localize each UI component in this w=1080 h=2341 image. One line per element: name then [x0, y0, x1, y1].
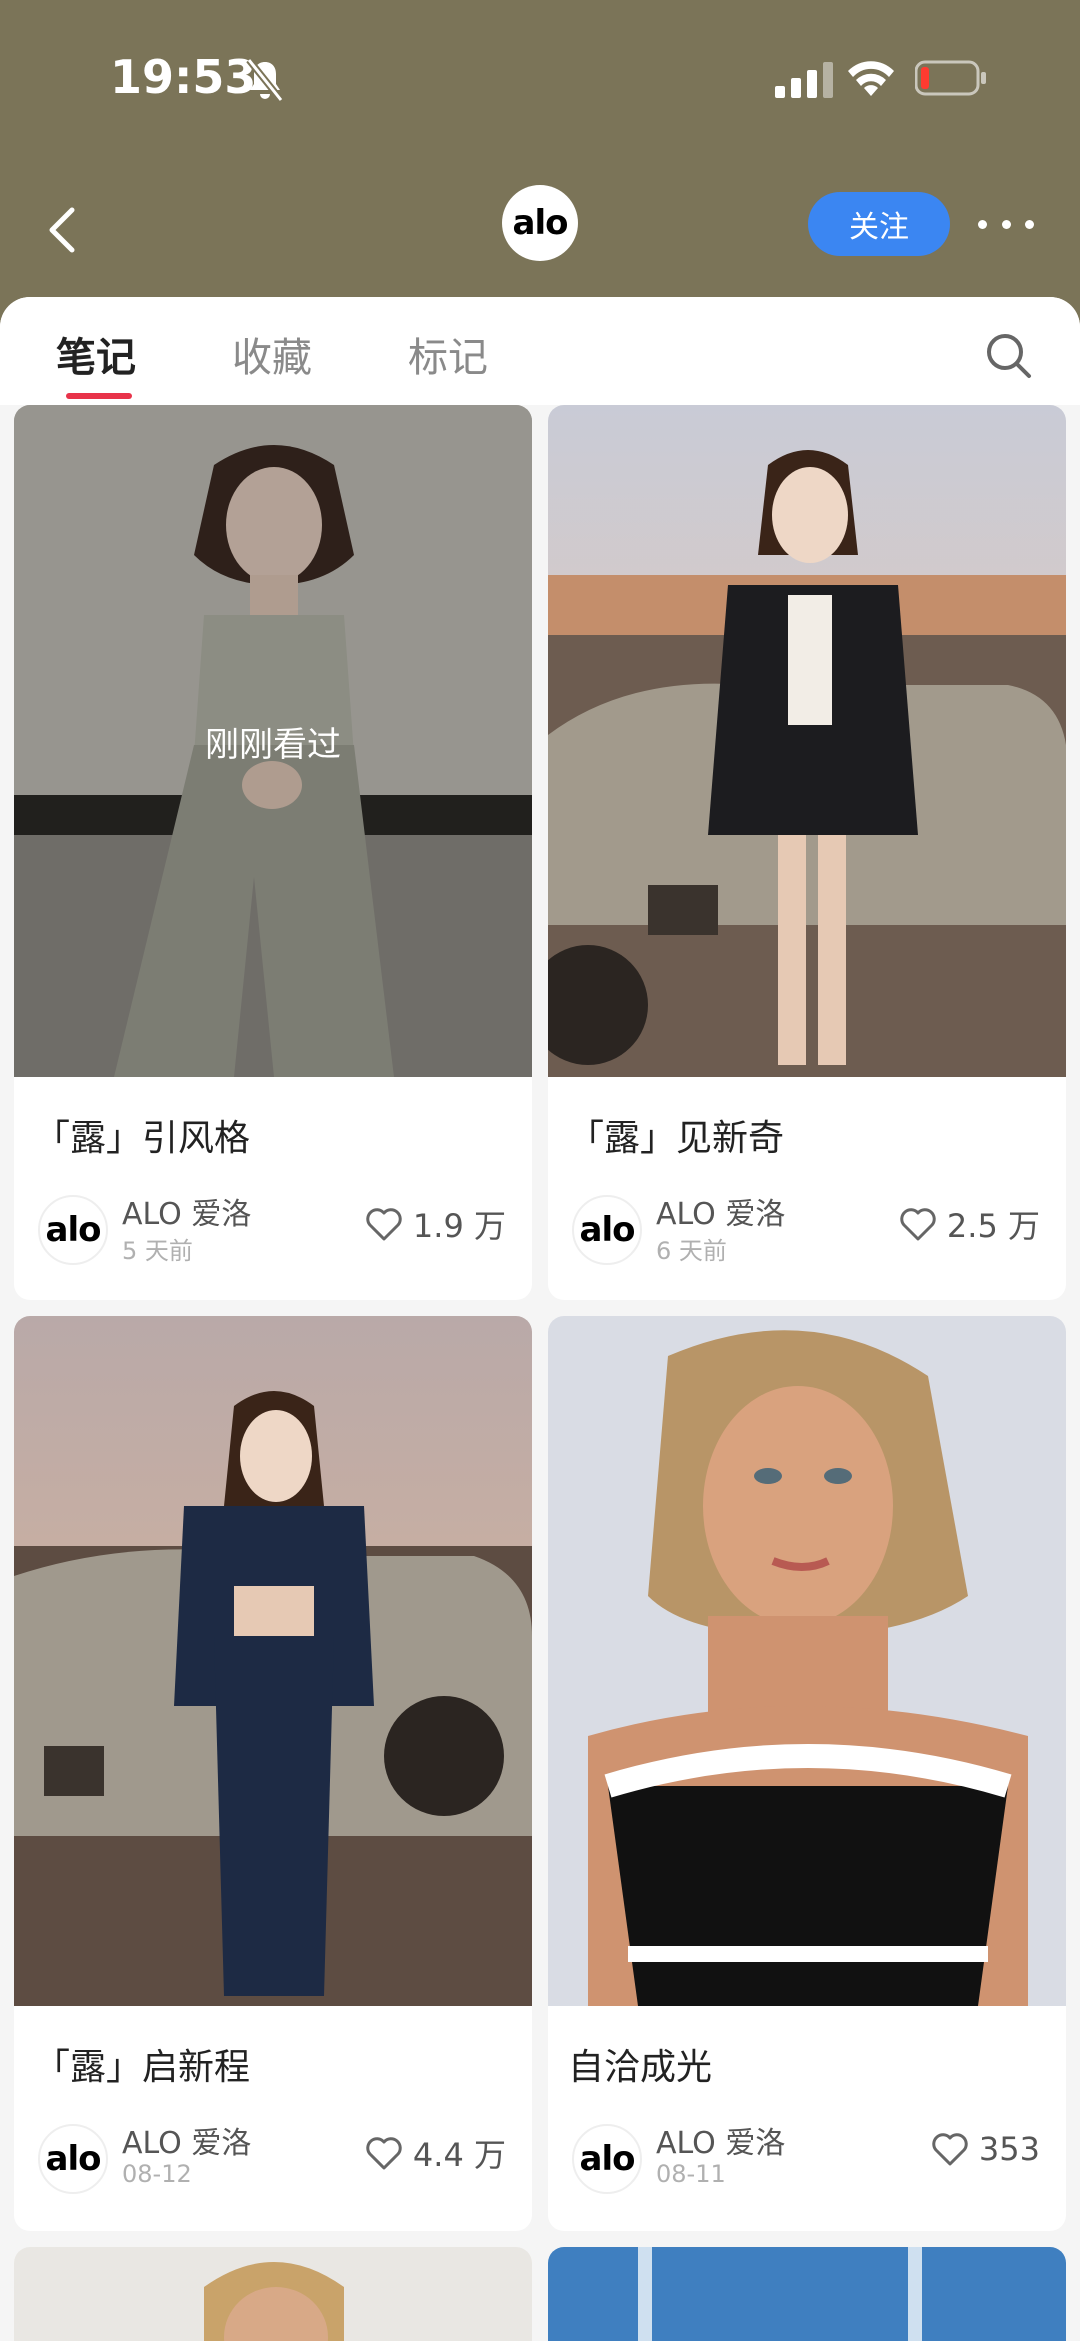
brand-avatar[interactable]: alo [502, 185, 578, 261]
note-title: 「露」见新奇 [568, 1118, 785, 1159]
heart-icon [366, 2137, 402, 2170]
author-name[interactable]: ALO 爱洛 [122, 1189, 251, 1233]
note-card[interactable]: 自洽成光 alo ALO 爱洛 08-11 353 [548, 1316, 1066, 2231]
note-cover-image: 刚刚看过 [14, 405, 532, 1077]
content-sheet: 笔记 收藏 标记 刚刚看过 「露」引风格 alo ALO 爱洛 5 天前 1.9… [0, 297, 1080, 2341]
status-bar: 19:53 [0, 0, 1080, 160]
note-cover-image [14, 2247, 532, 2341]
author-avatar[interactable]: alo [572, 2124, 642, 2194]
author-name[interactable]: ALO 爱洛 [656, 1189, 785, 1233]
wifi-icon [848, 61, 894, 96]
author-avatar[interactable]: alo [572, 1195, 642, 1265]
post-date: 08-11 [656, 2160, 726, 2188]
status-time: 19:53 [110, 50, 257, 104]
follow-button[interactable]: 关注 [808, 192, 950, 256]
note-card[interactable]: 刚刚看过 「露」引风格 alo ALO 爱洛 5 天前 1.9 万 [14, 405, 532, 1300]
recently-viewed-overlay: 刚刚看过 [14, 405, 532, 1077]
like-count: 1.9 万 [412, 1207, 506, 1245]
notes-feed: 刚刚看过 「露」引风格 alo ALO 爱洛 5 天前 1.9 万 「露」见新奇… [0, 405, 1080, 2341]
post-date: 5 天前 [122, 1237, 193, 1265]
note-card[interactable] [14, 2247, 532, 2341]
like-button[interactable]: 353 [931, 2130, 1040, 2168]
post-date: 08-12 [122, 2160, 192, 2188]
author-name[interactable]: ALO 爱洛 [122, 2118, 251, 2162]
like-button[interactable]: 4.4 万 [365, 2130, 506, 2176]
author-name[interactable]: ALO 爱洛 [656, 2118, 785, 2162]
active-tab-indicator [66, 393, 132, 399]
like-count: 353 [978, 2130, 1040, 2168]
battery-icon [915, 60, 986, 96]
note-cover-image [548, 405, 1066, 1077]
author-avatar[interactable]: alo [38, 2124, 108, 2194]
author-avatar[interactable]: alo [38, 1195, 108, 1265]
like-button[interactable]: 1.9 万 [365, 1201, 506, 1247]
heart-icon [932, 2133, 968, 2166]
more-dot [978, 219, 987, 229]
note-card[interactable] [548, 2247, 1066, 2341]
note-title: 自洽成光 [568, 2047, 713, 2088]
like-count: 4.4 万 [412, 2136, 506, 2174]
tab-notes[interactable]: 笔记 [56, 325, 136, 383]
cellular-signal-icon [775, 62, 833, 98]
woman-in-navy-outfit-photo [14, 1316, 532, 2006]
heart-icon [366, 1208, 402, 1241]
woman-with-vintage-car-photo [548, 405, 1066, 1077]
bell-muted-icon [246, 58, 284, 102]
back-chevron-icon[interactable] [40, 200, 90, 260]
recently-viewed-label: 刚刚看过 [205, 724, 341, 765]
note-cover-image [14, 1316, 532, 2006]
tab-bar: 笔记 收藏 标记 [0, 297, 1080, 405]
like-count: 2.5 万 [946, 1207, 1040, 1245]
post-date: 6 天前 [656, 1237, 727, 1265]
tab-collections[interactable]: 收藏 [232, 325, 312, 383]
more-dot [1001, 219, 1011, 229]
woman-in-sports-bra-photo [548, 1316, 1066, 2006]
note-card[interactable]: 「露」见新奇 alo ALO 爱洛 6 天前 2.5 万 [548, 405, 1066, 1300]
more-options-icon[interactable] [978, 204, 1034, 244]
search-icon[interactable] [984, 331, 1032, 379]
like-button[interactable]: 2.5 万 [899, 1201, 1040, 1247]
note-card[interactable]: 「露」启新程 alo ALO 爱洛 08-12 4.4 万 [14, 1316, 532, 2231]
note-cover-image [548, 2247, 1066, 2341]
tab-marks[interactable]: 标记 [408, 325, 488, 383]
note-title: 「露」启新程 [34, 2047, 251, 2088]
profile-header: alo 关注 [0, 170, 1080, 290]
note-title: 「露」引风格 [34, 1118, 251, 1159]
heart-icon [900, 1208, 936, 1241]
note-cover-image [548, 1316, 1066, 2006]
more-dot [1025, 219, 1034, 229]
